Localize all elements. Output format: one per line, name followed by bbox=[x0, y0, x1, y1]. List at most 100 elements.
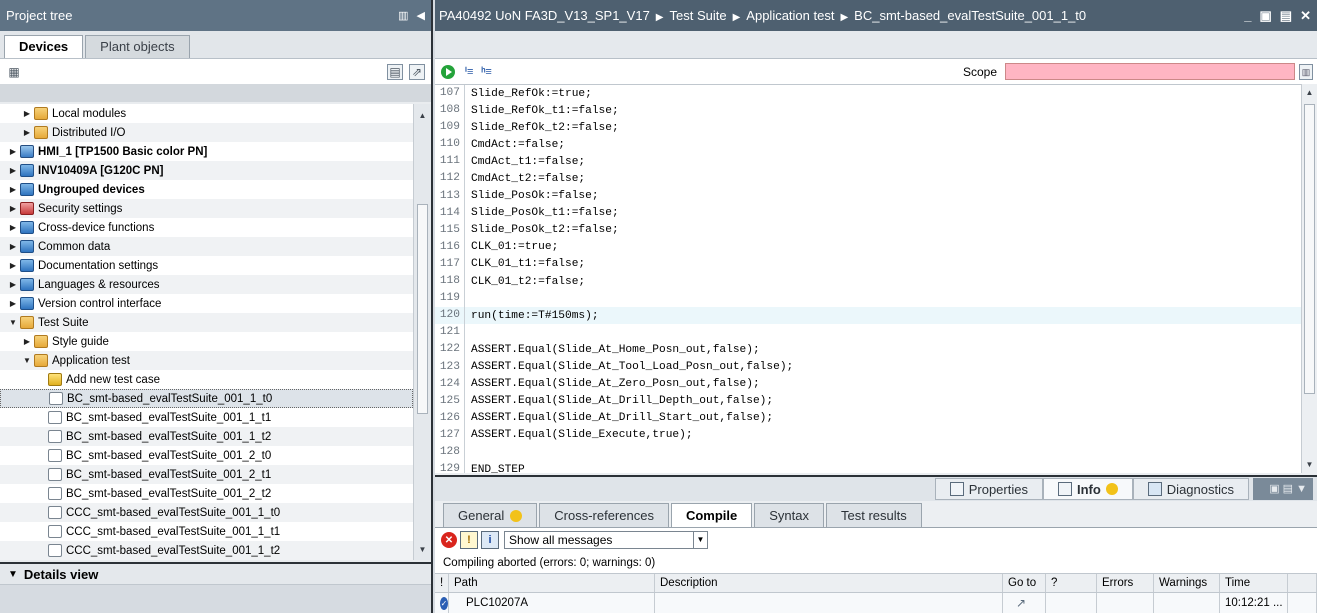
expand-right-icon[interactable]: ▶ bbox=[8, 147, 18, 156]
tree-item[interactable]: Add new test case bbox=[0, 370, 413, 389]
tree-item[interactable]: CCC_smt-based_evalTestSuite_001_1_t0 bbox=[0, 503, 413, 522]
info-filter-icon[interactable]: i bbox=[481, 531, 499, 549]
subtab-test-results[interactable]: Test results bbox=[826, 503, 922, 527]
expand-down-icon[interactable]: ▼ bbox=[8, 318, 18, 327]
code-line[interactable]: 110 CmdAct:=false; bbox=[435, 136, 1301, 154]
col-warnings[interactable]: Warnings bbox=[1154, 574, 1220, 592]
expand-right-icon[interactable]: ▶ bbox=[22, 337, 32, 346]
tree-item[interactable]: ▶ Version control interface bbox=[0, 294, 413, 313]
tree-item[interactable]: ▶ Languages & resources bbox=[0, 275, 413, 294]
chevron-down-icon[interactable]: ▼ bbox=[693, 532, 707, 548]
breadcrumb-test-case[interactable]: BC_smt-based_evalTestSuite_001_1_t0 bbox=[854, 8, 1086, 23]
expand-right-icon[interactable]: ▶ bbox=[8, 242, 18, 251]
tree-item[interactable]: ▶ Ungrouped devices bbox=[0, 180, 413, 199]
tree-item[interactable]: BC_smt-based_evalTestSuite_001_1_t2 bbox=[0, 427, 413, 446]
tree-item[interactable]: CCC_smt-based_evalTestSuite_001_1_t1 bbox=[0, 522, 413, 541]
goto-arrow-icon[interactable]: ↗ bbox=[1008, 596, 1026, 610]
tree-item[interactable]: BC_smt-based_evalTestSuite_001_2_t1 bbox=[0, 465, 413, 484]
tree-item[interactable]: ▶ Distributed I/O bbox=[0, 123, 413, 142]
expand-right-icon[interactable]: ▶ bbox=[8, 223, 18, 232]
subtab-cross-references[interactable]: Cross-references bbox=[539, 503, 669, 527]
tree-item[interactable]: ▶ INV10409A [G120C PN] bbox=[0, 161, 413, 180]
code-line[interactable]: 118 CLK_01_t2:=false; bbox=[435, 273, 1301, 291]
code-line[interactable]: 125 ASSERT.Equal(Slide_At_Drill_Depth_out… bbox=[435, 392, 1301, 410]
tree-item[interactable]: ▼ Test Suite bbox=[0, 313, 413, 332]
indent-icon[interactable]: ⁱ≡ bbox=[465, 65, 473, 78]
col-help[interactable]: ? bbox=[1046, 574, 1097, 592]
code-line[interactable]: 109 Slide_RefOk_t2:=false; bbox=[435, 119, 1301, 137]
expand-right-icon[interactable]: ▶ bbox=[8, 166, 18, 175]
breadcrumb-application-test[interactable]: Application test bbox=[746, 8, 834, 23]
table-row[interactable]: ✓ PLC10207A ↗ 10:12:21 ... bbox=[435, 593, 1317, 613]
col-severity[interactable]: ! bbox=[435, 574, 449, 592]
subtab-compile[interactable]: Compile bbox=[670, 503, 753, 527]
tree-item[interactable]: BC_smt-based_evalTestSuite_001_2_t2 bbox=[0, 484, 413, 503]
code-line[interactable]: 123 ASSERT.Equal(Slide_At_Tool_Load_Posn_… bbox=[435, 358, 1301, 376]
code-line[interactable]: 120 run(time:=T#150ms); bbox=[435, 307, 1301, 325]
code-line[interactable]: 122 ASSERT.Equal(Slide_At_Home_Posn_out,f… bbox=[435, 341, 1301, 359]
details-view-header[interactable]: ▼ Details view bbox=[0, 562, 431, 584]
code-line[interactable]: 117 CLK_01_t1:=false; bbox=[435, 255, 1301, 274]
tree-item[interactable]: ▶ Security settings bbox=[0, 199, 413, 218]
col-description[interactable]: Description bbox=[655, 574, 1003, 592]
close-icon[interactable]: ✕ bbox=[1300, 8, 1311, 24]
code-line[interactable]: 111 CmdAct_t1:=false; bbox=[435, 153, 1301, 171]
expand-right-icon[interactable]: ▶ bbox=[8, 280, 18, 289]
scroll-down-icon[interactable]: ▼ bbox=[414, 542, 431, 558]
code-editor[interactable]: 107 Slide_RefOk:=true; 108 Slide_RefOk_t1:=… bbox=[435, 84, 1301, 473]
tab-devices[interactable]: Devices bbox=[4, 35, 84, 58]
expand-right-icon[interactable]: ▶ bbox=[8, 299, 18, 308]
tree-item[interactable]: BC_smt-based_evalTestSuite_001_1_t1 bbox=[0, 408, 413, 427]
tree-item[interactable]: ▶ Style guide bbox=[0, 332, 413, 351]
code-line[interactable]: 124 ASSERT.Equal(Slide_At_Zero_Posn_out,f… bbox=[435, 375, 1301, 393]
tab-properties[interactable]: Properties bbox=[934, 478, 1043, 500]
scroll-up-icon[interactable]: ▲ bbox=[1302, 88, 1317, 97]
code-line[interactable]: 119 bbox=[435, 290, 1301, 308]
tree-item[interactable]: ▶ Common data bbox=[0, 237, 413, 256]
subtab-syntax[interactable]: Syntax bbox=[754, 503, 824, 527]
tab-diagnostics[interactable]: Diagnostics bbox=[1132, 478, 1249, 500]
scroll-down-icon[interactable]: ▼ bbox=[1302, 460, 1317, 469]
warning-filter-icon[interactable]: ! bbox=[460, 531, 478, 549]
code-line[interactable]: 113 Slide_PosOk:=false; bbox=[435, 187, 1301, 205]
code-line[interactable]: 127 ASSERT.Equal(Slide_Execute,true); bbox=[435, 426, 1301, 444]
col-goto[interactable]: Go to bbox=[1003, 574, 1046, 592]
export-icon[interactable]: ⇗ bbox=[409, 63, 425, 80]
tree-item[interactable]: BC_smt-based_evalTestSuite_001_1_t0 bbox=[0, 389, 413, 408]
overview-icon[interactable]: ▤ bbox=[387, 63, 403, 80]
breadcrumb-project[interactable]: PA40492 UoN FA3D_V13_SP1_V17 bbox=[439, 8, 650, 23]
float-icon[interactable]: ▣ bbox=[1260, 8, 1272, 24]
code-line[interactable]: 116 CLK_01:=true; bbox=[435, 238, 1301, 256]
tree-item[interactable]: ▶ Documentation settings bbox=[0, 256, 413, 275]
tree-item[interactable]: BC_smt-based_evalTestSuite_001_2_t0 bbox=[0, 446, 413, 465]
expand-down-icon[interactable]: ▼ bbox=[22, 356, 32, 365]
tab-plant-objects[interactable]: Plant objects bbox=[85, 35, 190, 58]
expand-right-icon[interactable]: ▶ bbox=[8, 261, 18, 270]
tree-item[interactable]: ▶ HMI_1 [TP1500 Basic color PN] bbox=[0, 142, 413, 161]
collapse-left-icon[interactable]: ◀ bbox=[417, 9, 425, 22]
code-line[interactable]: 112 CmdAct_t2:=false; bbox=[435, 170, 1301, 188]
scope-input[interactable] bbox=[1005, 63, 1295, 80]
breadcrumb-test-suite[interactable]: Test Suite bbox=[670, 8, 727, 23]
tree-item[interactable]: ▶ Local modules bbox=[0, 104, 413, 123]
tree-item[interactable]: CCC_smt-based_evalTestSuite_001_1_t2 bbox=[0, 541, 413, 560]
tree-view-icon[interactable]: ▦ bbox=[6, 64, 22, 80]
error-filter-icon[interactable]: ✕ bbox=[441, 532, 457, 548]
code-line[interactable]: 108 Slide_RefOk_t1:=false; bbox=[435, 102, 1301, 120]
code-line[interactable]: 121 bbox=[435, 324, 1301, 342]
maximize-icon[interactable]: ▤ bbox=[1280, 8, 1292, 24]
expand-right-icon[interactable]: ▶ bbox=[8, 185, 18, 194]
expand-right-icon[interactable]: ▶ bbox=[22, 128, 32, 137]
inspector-window-controls[interactable]: ▣ ▤ ▼ bbox=[1253, 478, 1313, 500]
col-path[interactable]: Path bbox=[449, 574, 655, 592]
goto-cell[interactable]: ↗ bbox=[1003, 593, 1046, 613]
expand-right-icon[interactable]: ▶ bbox=[8, 204, 18, 213]
col-time[interactable]: Time bbox=[1220, 574, 1288, 592]
code-line[interactable]: 128 bbox=[435, 443, 1301, 462]
pin-icon[interactable]: ▥ bbox=[398, 9, 408, 22]
message-filter-select[interactable]: Show all messages ▼ bbox=[504, 531, 708, 549]
expand-right-icon[interactable]: ▶ bbox=[22, 109, 32, 118]
minimize-icon[interactable]: _ bbox=[1244, 8, 1251, 24]
run-test-icon[interactable] bbox=[441, 64, 455, 79]
project-tree-scrollbar[interactable]: ▲ ▼ bbox=[413, 104, 431, 560]
